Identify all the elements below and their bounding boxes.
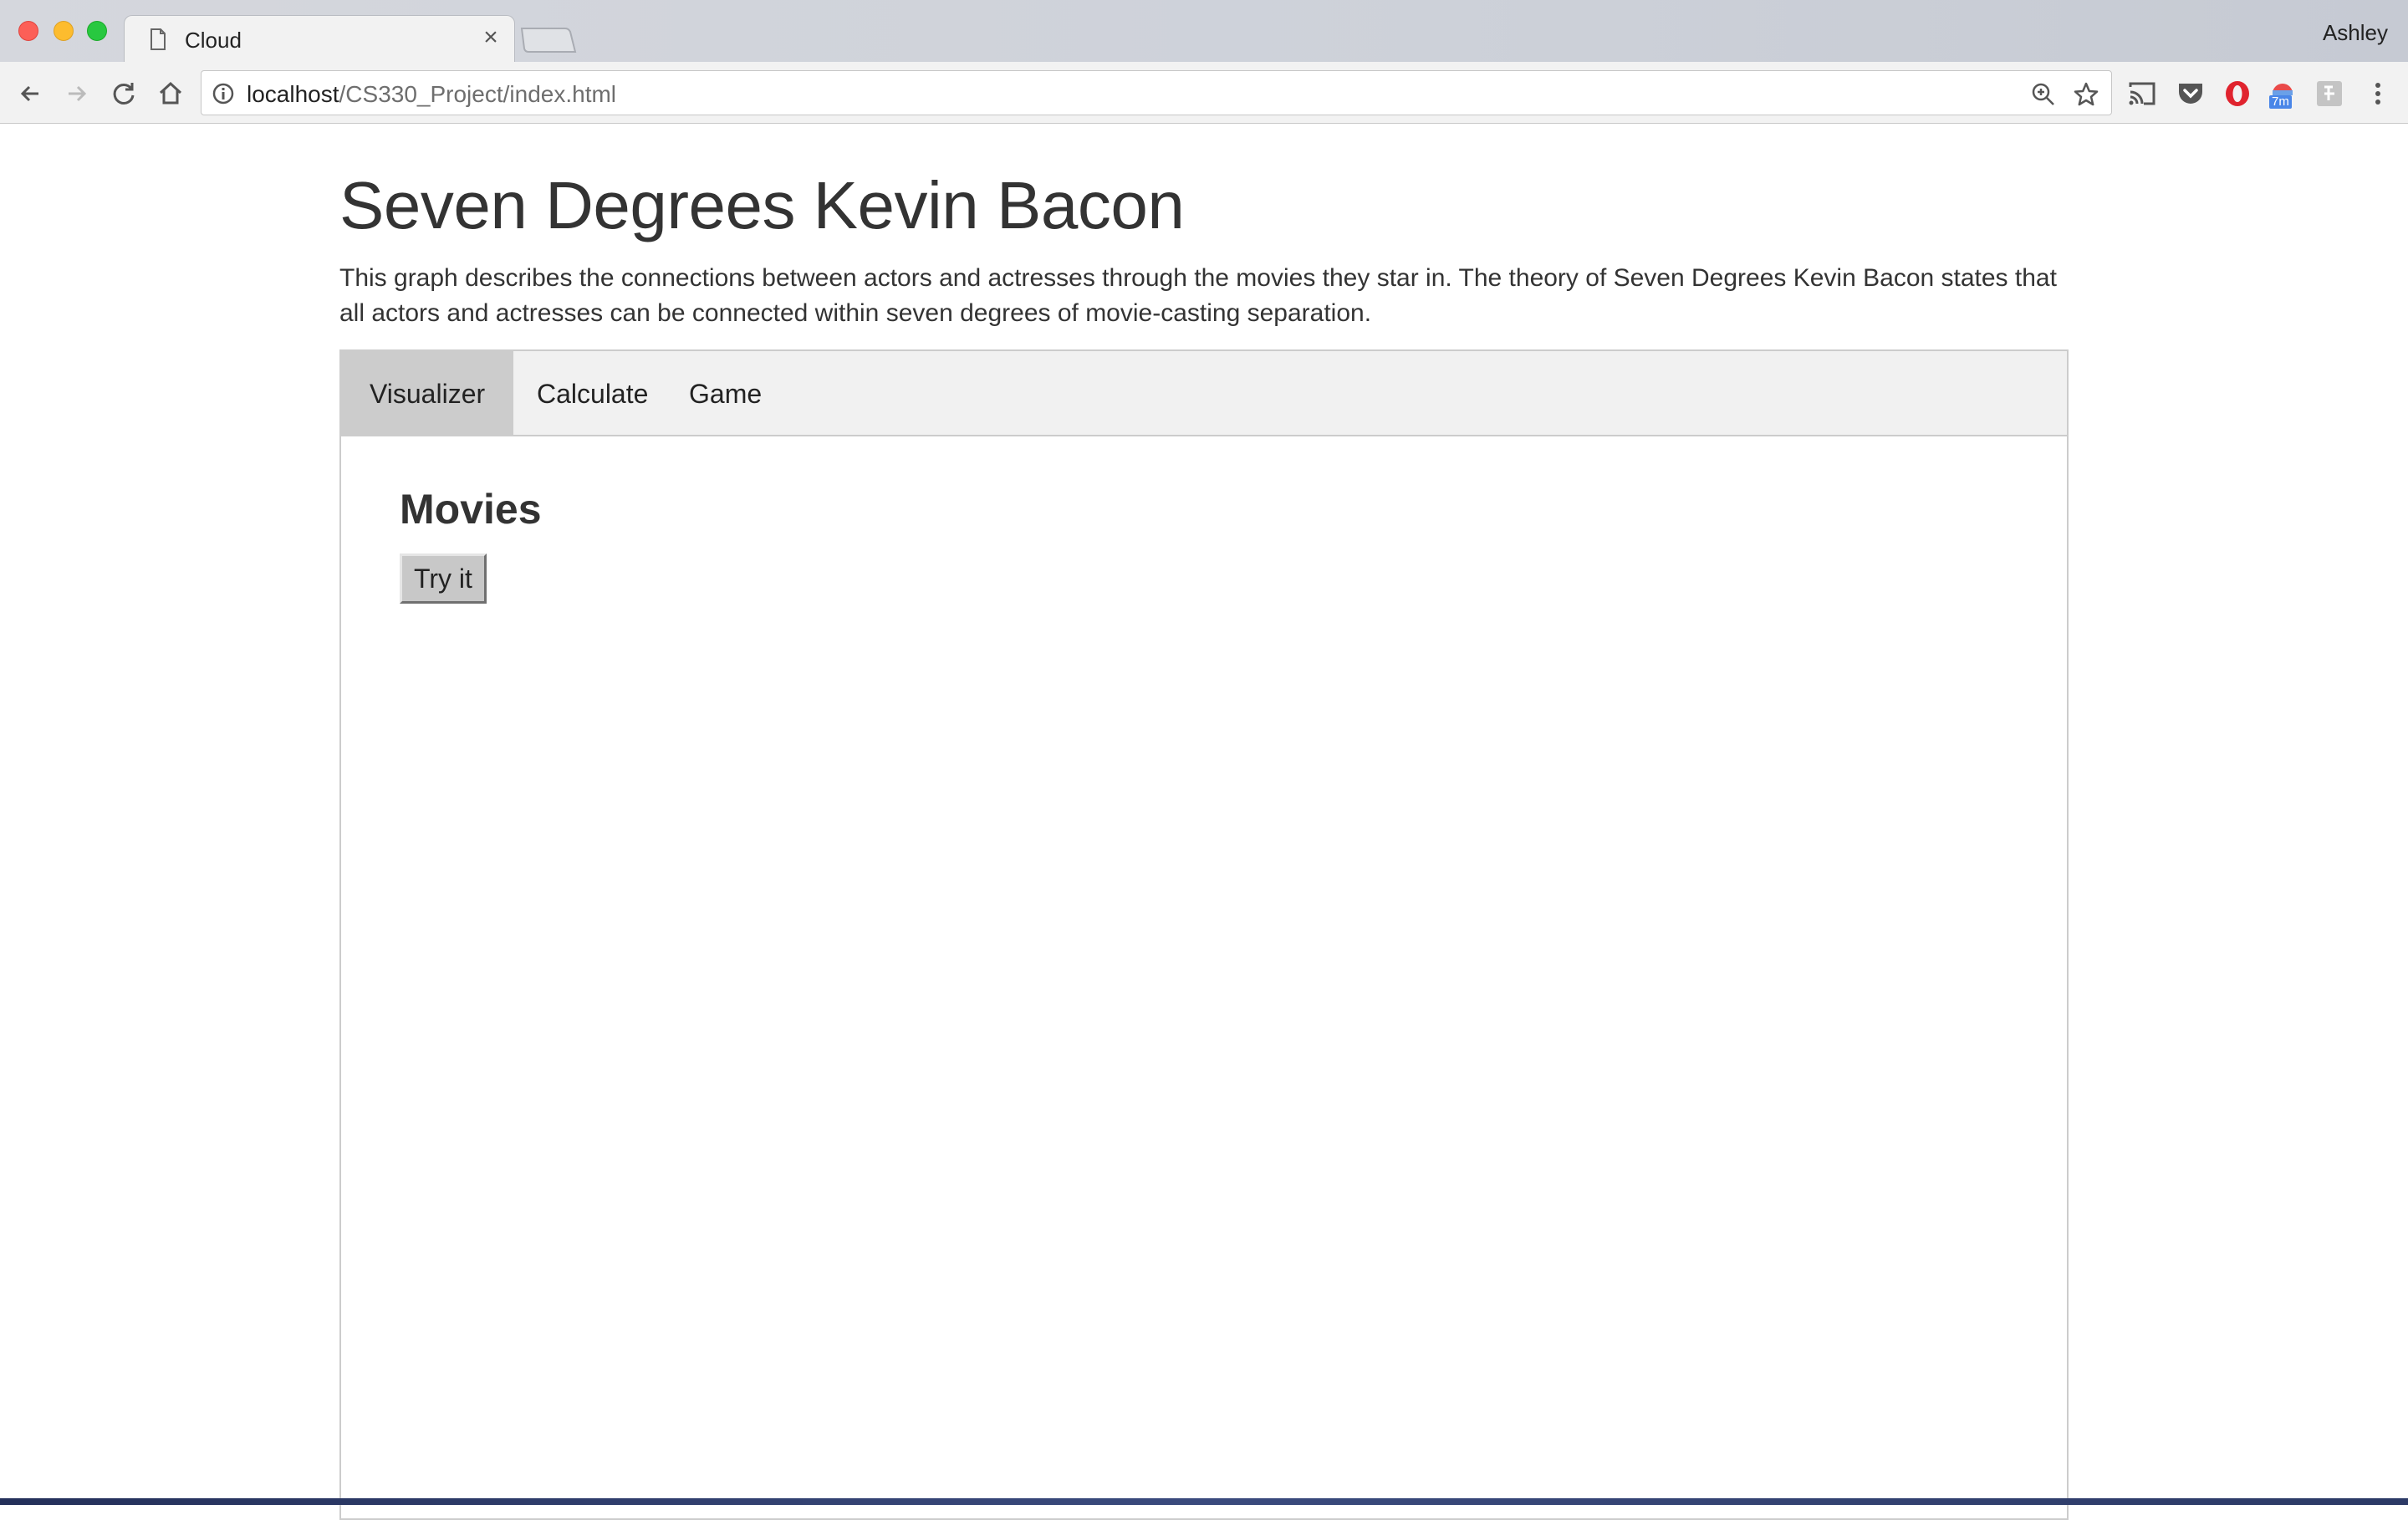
- extension-badge: 7m: [2269, 95, 2292, 109]
- url-path: /CS330_Project/index.html: [339, 81, 617, 107]
- profile-name[interactable]: Ashley: [2323, 20, 2388, 46]
- reload-icon[interactable]: [107, 77, 140, 110]
- home-icon[interactable]: [154, 77, 187, 110]
- zoom-icon[interactable]: [2031, 82, 2056, 107]
- page-description: This graph describes the connections bet…: [339, 264, 2057, 327]
- url-host: localhost: [247, 81, 339, 107]
- browser-tab[interactable]: Cloud ×: [124, 15, 515, 64]
- close-window-button[interactable]: [18, 21, 38, 41]
- tabs-panel: Visualizer Calculate Game Movies Try it: [339, 349, 2069, 1520]
- page-icon: [150, 28, 166, 50]
- url-text[interactable]: localhost/CS330_Project/index.html: [247, 81, 616, 108]
- star-icon[interactable]: [2073, 81, 2099, 108]
- page-title: Seven Degrees Kevin Bacon: [339, 168, 1185, 242]
- try-it-button[interactable]: Try it: [400, 553, 487, 604]
- forward-icon[interactable]: [60, 77, 94, 110]
- tab-title: Cloud: [185, 28, 242, 53]
- desktop-background: [0, 1498, 2408, 1505]
- browser-toolbar: localhost/CS330_Project/index.html 7m: [0, 62, 2408, 124]
- tab-visualizer[interactable]: Visualizer: [341, 351, 514, 436]
- browser-titlebar: Cloud × Ashley: [0, 0, 2408, 64]
- tab-close-icon[interactable]: ×: [479, 25, 503, 50]
- new-tab-button[interactable]: [518, 27, 577, 54]
- menu-icon[interactable]: [2363, 79, 2393, 109]
- minimize-window-button[interactable]: [54, 21, 74, 41]
- pocket-icon[interactable]: [2176, 79, 2206, 109]
- info-icon[interactable]: [212, 82, 235, 105]
- visualizer-content: Movies Try it: [400, 485, 542, 604]
- cast-icon[interactable]: [2127, 79, 2157, 109]
- tab-calculate[interactable]: Calculate: [508, 351, 676, 436]
- section-title: Movies: [400, 486, 542, 533]
- timer-extension-icon[interactable]: 7m: [2268, 79, 2298, 109]
- maximize-window-button[interactable]: [87, 21, 107, 41]
- tab-game[interactable]: Game: [661, 351, 790, 436]
- web-page: Seven Degrees Kevin Bacon This graph des…: [0, 124, 2408, 1520]
- extension-icon[interactable]: [2314, 79, 2344, 109]
- back-icon[interactable]: [13, 77, 47, 110]
- address-bar[interactable]: localhost/CS330_Project/index.html: [201, 70, 2112, 115]
- opera-icon[interactable]: [2222, 79, 2252, 109]
- tab-bar: Visualizer Calculate Game: [341, 351, 2067, 436]
